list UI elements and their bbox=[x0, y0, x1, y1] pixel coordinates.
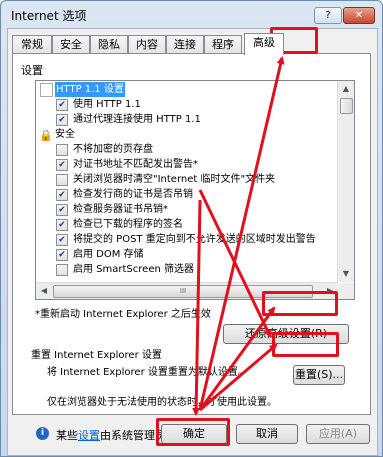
setting-label: 检查服务器证书吊销* bbox=[73, 204, 168, 215]
setting-label: 启用 SmartScreen 筛选器 bbox=[73, 264, 194, 275]
horizontal-scroll-thumb[interactable]: III bbox=[53, 285, 313, 298]
checkbox-icon[interactable]: ✔ bbox=[56, 234, 68, 246]
apply-button[interactable]: 应用(A) bbox=[306, 424, 370, 444]
advanced-tab-panel: 设置 HTTP 1.1 设置 ✔ 使用 HTTP 1.1 ✔ 通过代理连接使用 … bbox=[12, 53, 371, 415]
setting-label: 关闭浏览器时清空"Internet 临时文件"文件夹 bbox=[73, 174, 276, 185]
checkbox-icon[interactable]: ✔ bbox=[56, 114, 68, 126]
close-button[interactable]: ✕ bbox=[343, 7, 375, 24]
vertical-scroll-thumb[interactable] bbox=[340, 98, 353, 114]
scroll-right-icon[interactable]: ▶ bbox=[322, 283, 338, 299]
scroll-up-icon[interactable]: ▲ bbox=[338, 81, 354, 97]
checkbox-icon[interactable] bbox=[56, 174, 68, 186]
checkbox-icon[interactable]: ✔ bbox=[56, 189, 68, 201]
tree-item-label: HTTP 1.1 设置 bbox=[55, 82, 125, 97]
checkbox-icon[interactable] bbox=[56, 144, 68, 156]
tab-advanced[interactable]: 高级 bbox=[244, 33, 284, 55]
checkbox-icon[interactable] bbox=[56, 264, 68, 276]
restart-note: *重新启动 Internet Explorer 之后生效 bbox=[35, 309, 211, 320]
setting-label: 检查发行商的证书是否吊销 bbox=[73, 189, 193, 200]
scroll-left-icon[interactable]: ◀ bbox=[36, 283, 52, 299]
checkbox-icon[interactable]: ✔ bbox=[56, 219, 68, 231]
settings-group-label: 设置 bbox=[21, 64, 43, 77]
dialog-client-area: 常规 安全 隐私 内容 连接 程序 高级 设置 HTTP 1.1 设置 ✔ 使用… bbox=[7, 28, 378, 456]
window-title: Internet 选项 bbox=[11, 9, 87, 23]
reset-button[interactable]: 重置(S)... bbox=[293, 365, 345, 385]
tab-general[interactable]: 常规 bbox=[12, 35, 52, 53]
ok-button[interactable]: 确定 bbox=[161, 424, 227, 444]
tab-programs[interactable]: 程序 bbox=[204, 35, 242, 53]
reset-warning: 仅在浏览器处于无法使用的状态时，才使用此设置。 bbox=[47, 397, 277, 408]
tab-content[interactable]: 内容 bbox=[128, 35, 166, 53]
tab-privacy[interactable]: 隐私 bbox=[90, 35, 128, 53]
checkbox-icon[interactable]: ✔ bbox=[56, 99, 68, 111]
scroll-down-icon[interactable]: ▼ bbox=[338, 266, 354, 282]
setting-label: 不将加密的页存盘 bbox=[73, 144, 153, 155]
checkbox-icon[interactable]: ✔ bbox=[56, 204, 68, 216]
lock-icon: 🔒 bbox=[39, 129, 53, 142]
tab-connections[interactable]: 连接 bbox=[166, 35, 204, 53]
setting-label: 启用 DOM 存储 bbox=[73, 249, 144, 260]
settings-tree: HTTP 1.1 设置 ✔ 使用 HTTP 1.1 ✔ 通过代理连接使用 HTT… bbox=[36, 81, 338, 282]
close-icon: ✕ bbox=[354, 10, 364, 21]
notice-prefix: 某些 bbox=[56, 429, 78, 442]
vertical-scrollbar[interactable]: ▲ ▼ bbox=[337, 81, 354, 282]
checkbox-icon[interactable]: ✔ bbox=[56, 249, 68, 261]
internet-options-window: Internet 选项 ? ✕ 常规 安全 隐私 内容 连接 程序 高级 设置 … bbox=[0, 0, 383, 457]
info-icon: i bbox=[36, 427, 49, 440]
tree-item-label: 安全 bbox=[55, 129, 75, 140]
restore-advanced-button[interactable]: 还原高级设置(R) bbox=[223, 324, 349, 344]
checkbox-icon[interactable]: ✔ bbox=[56, 159, 68, 171]
settings-link[interactable]: 设置 bbox=[78, 429, 100, 442]
reset-section-title: 重置 Internet Explorer 设置 bbox=[31, 350, 162, 361]
tab-security[interactable]: 安全 bbox=[52, 35, 90, 53]
setting-label: 使用 HTTP 1.1 bbox=[73, 99, 141, 110]
setting-label: 将提交的 POST 重定向到不允许发送的区域时发出警告 bbox=[73, 234, 316, 245]
folder-icon bbox=[40, 83, 53, 97]
scrollbar-corner bbox=[338, 283, 354, 299]
setting-label: 通过代理连接使用 HTTP 1.1 bbox=[73, 114, 201, 125]
title-bar[interactable]: Internet 选项 ? ✕ bbox=[1, 1, 382, 27]
setting-label: 检查已下载的程序的签名 bbox=[73, 219, 183, 230]
horizontal-scrollbar[interactable]: ◀ III ▶ bbox=[36, 282, 338, 299]
help-icon: ? bbox=[325, 10, 331, 21]
cancel-button[interactable]: 取消 bbox=[236, 424, 298, 444]
help-button[interactable]: ? bbox=[314, 7, 342, 24]
reset-description: 将 Internet Explorer 设置重置为默认设置。 bbox=[47, 367, 248, 378]
setting-label: 对证书地址不匹配发出警告* bbox=[73, 159, 198, 170]
settings-list[interactable]: HTTP 1.1 设置 ✔ 使用 HTTP 1.1 ✔ 通过代理连接使用 HTT… bbox=[35, 80, 355, 300]
